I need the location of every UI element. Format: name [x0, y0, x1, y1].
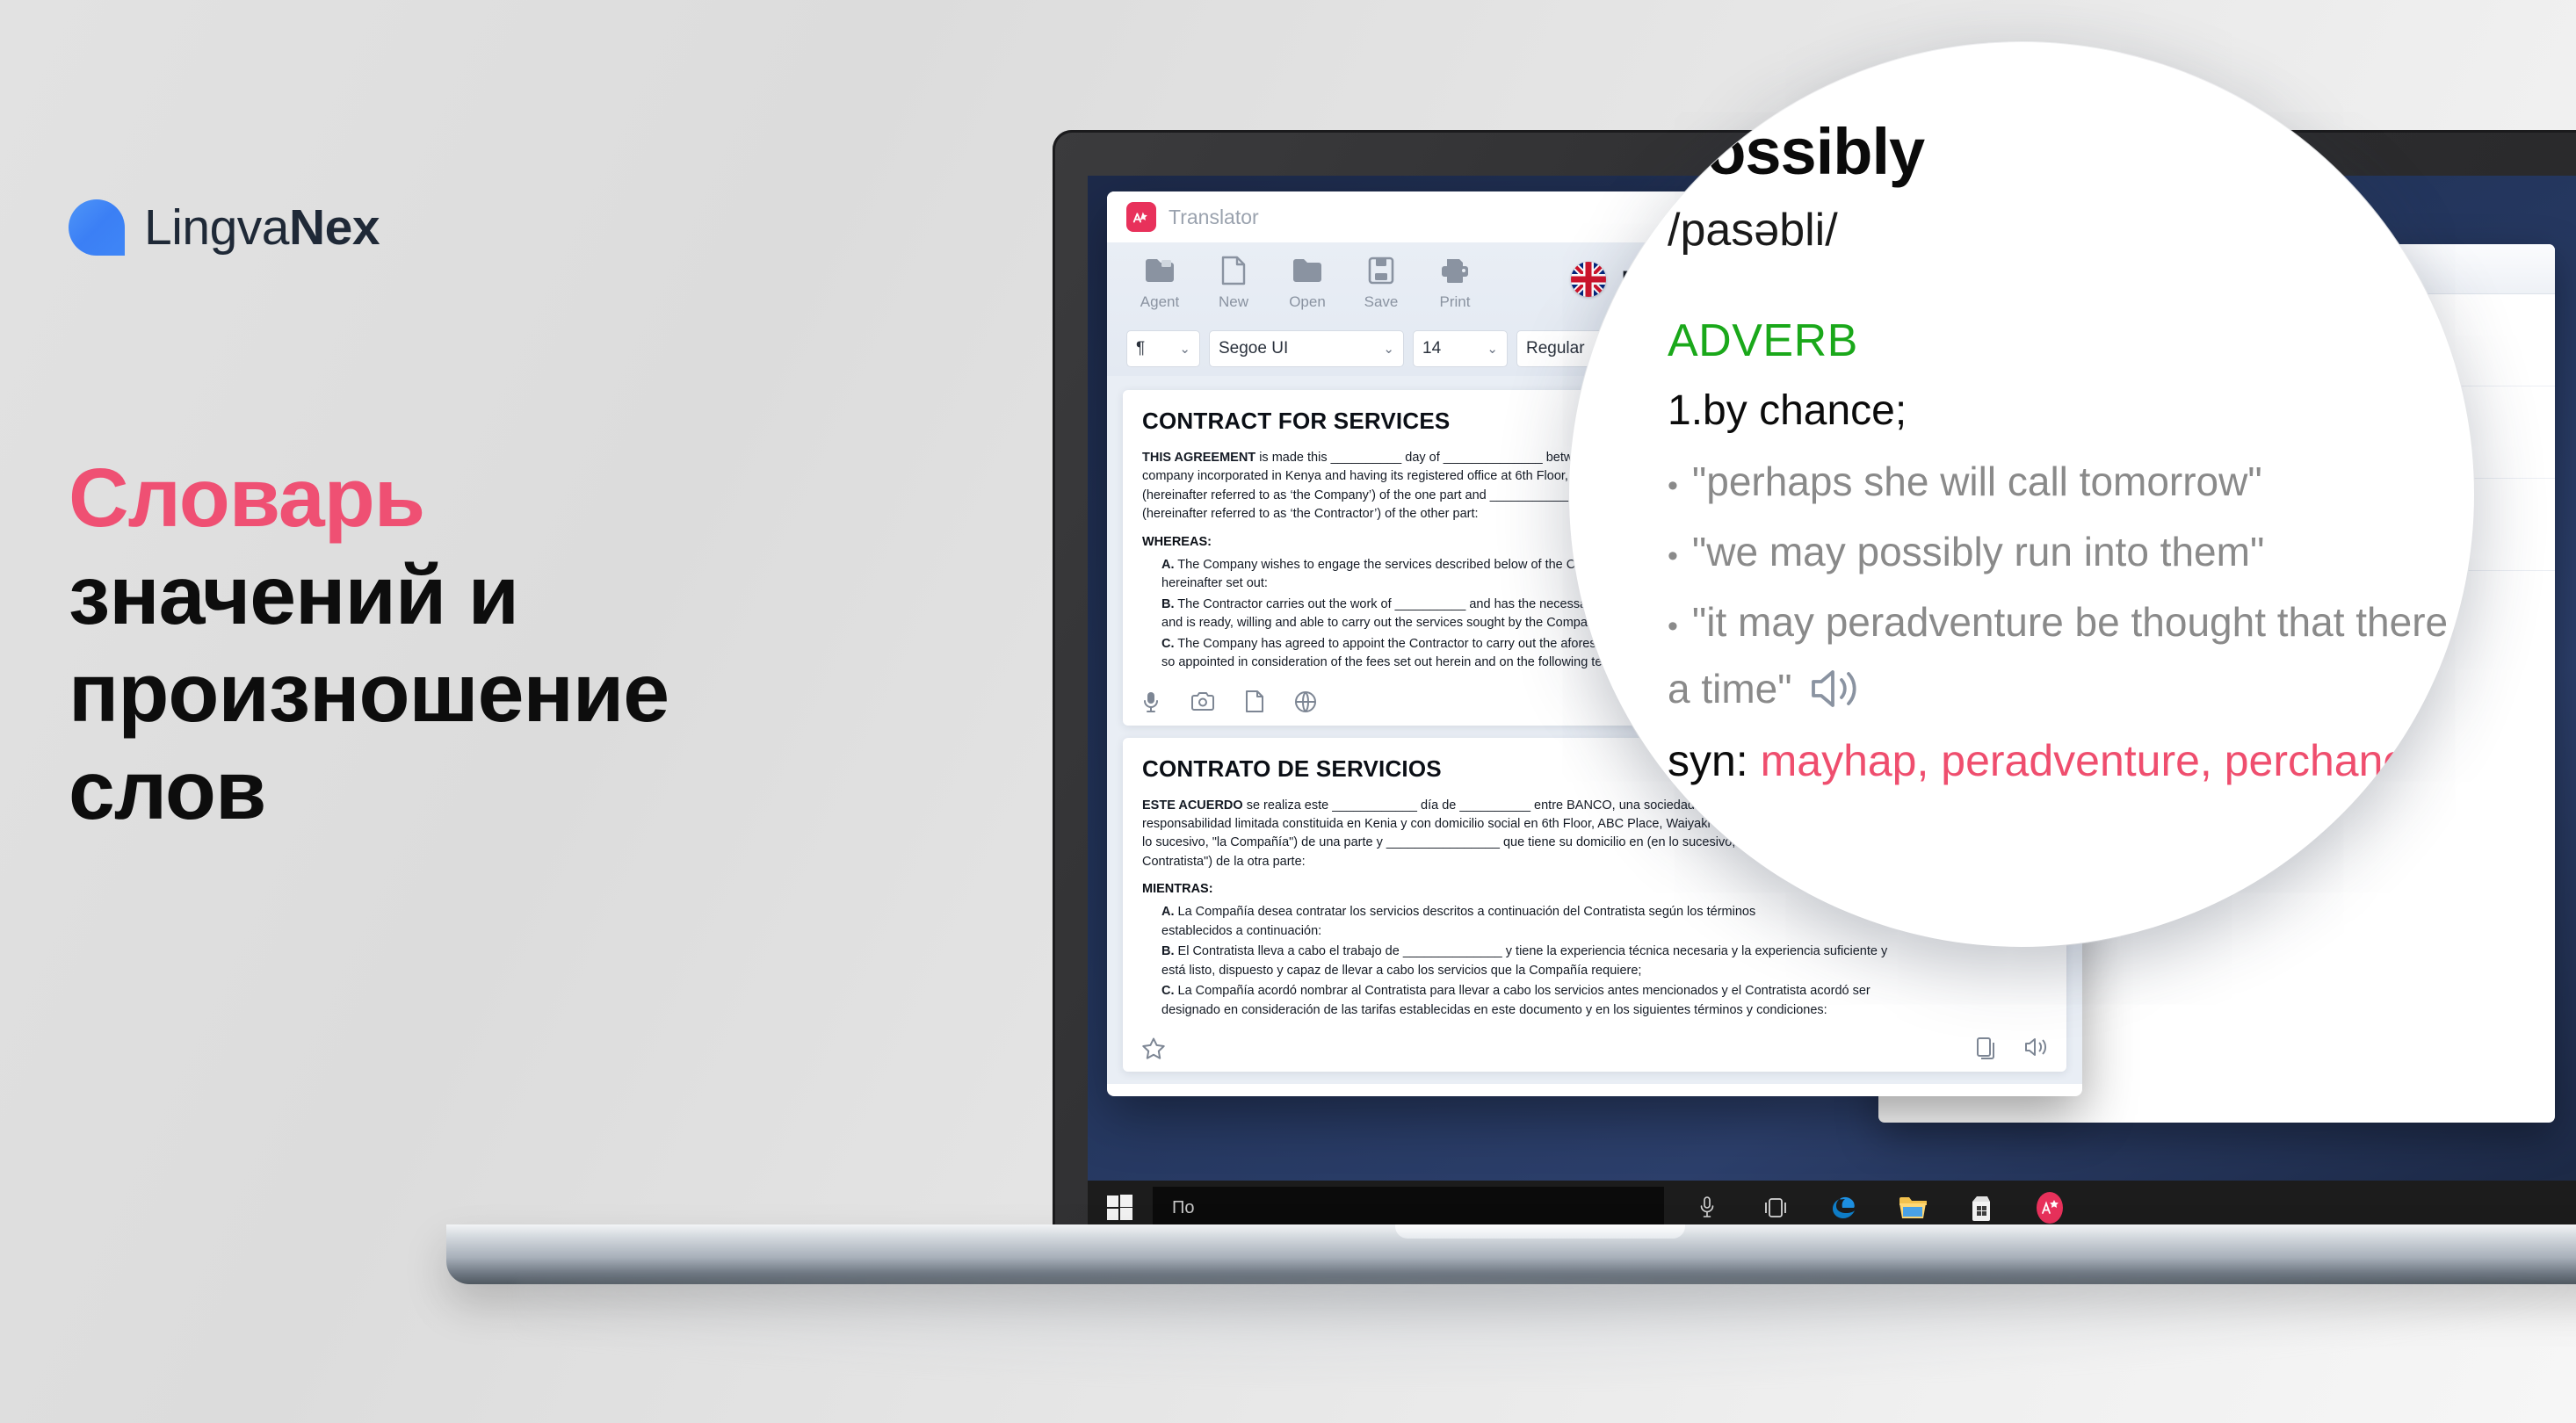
bullet-icon: •	[1668, 469, 1678, 502]
font-size-select[interactable]: 14 ⌄	[1413, 330, 1508, 367]
microphone-icon[interactable]	[1142, 690, 1160, 713]
agent-button[interactable]: Agent	[1126, 253, 1193, 311]
target-clause-c: C. La Compañía acordó nombrar al Contrat…	[1161, 982, 2047, 1020]
target-intro-bold: ESTE ACUERDO	[1142, 798, 1243, 813]
source-clause-b-text2: and is ready, willing and able to carry …	[1161, 616, 1605, 631]
source-intro-bold: THIS AGREEMENT	[1142, 451, 1256, 465]
source-intro-line4: (hereinafter referred to as ‘the Contrac…	[1142, 507, 1479, 522]
chevron-down-icon: ⌄	[1487, 342, 1498, 357]
star-icon[interactable]	[1142, 1037, 1165, 1059]
target-clause-c-text2: designado en consideración de las tarifa…	[1161, 1002, 1827, 1017]
laptop-base-notch	[1395, 1224, 1685, 1239]
target-clause-a-letter: A.	[1161, 905, 1175, 920]
paragraph-style-select[interactable]: ¶ ⌄	[1126, 330, 1200, 367]
magnifier-synonym-label: syn:	[1668, 736, 1748, 785]
print-button-label: Print	[1439, 293, 1471, 310]
print-button[interactable]: Print	[1422, 253, 1488, 311]
target-clause-c-text: La Compañía acordó nombrar al Contratist…	[1174, 984, 1870, 999]
laptop-base	[446, 1224, 2576, 1284]
paragraph-mark-glyph: ¶	[1136, 339, 1146, 358]
magnifier-synonym-words: mayhap, peradventure, perchance	[1760, 736, 2430, 785]
taskbar-search-input[interactable]: По	[1153, 1187, 1664, 1229]
agent-button-label: Agent	[1140, 293, 1180, 310]
open-button-label: Open	[1289, 293, 1326, 310]
magnifier-ipa-transcription: /pasəbli/	[1668, 205, 1838, 256]
open-button[interactable]: Open	[1274, 253, 1341, 311]
document-icon[interactable]	[1246, 690, 1263, 713]
target-clause-b-text2: está listo, dispuesto y capaz de llevar …	[1161, 963, 1642, 978]
font-size-value: 14	[1422, 339, 1442, 358]
save-disk-icon	[1368, 253, 1394, 288]
magnifier-example-2-text: "we may possibly run into them"	[1691, 529, 2265, 574]
magnifier-example-3-text: "it may peradventure be thought that the…	[1691, 599, 2474, 645]
target-pane-toolbar	[1123, 1029, 2066, 1072]
printer-icon	[1440, 253, 1470, 288]
source-clause-c-letter: C.	[1161, 636, 1175, 651]
search-placeholder-text: По	[1172, 1197, 1195, 1217]
target-intro-line4: Contratista") de la otra parte:	[1142, 854, 1306, 869]
windows-start-icon[interactable]	[1088, 1195, 1153, 1221]
chevron-down-icon: ⌄	[1179, 342, 1190, 357]
magnifier-definition: 1.by chance;	[1668, 387, 1907, 434]
translator-window-title: Translator	[1169, 205, 1259, 228]
magnifier-content: possibly /pasəbli/ ADVERB 1.by chance; •…	[1569, 42, 2474, 947]
magnifier-example-3: • "it may peradventure be thought that t…	[1668, 598, 2474, 646]
bullet-icon: •	[1668, 610, 1678, 643]
speaker-icon[interactable]	[2024, 1037, 2047, 1059]
magnifier-example-1: • "perhaps she will call tomorrow"	[1668, 458, 2474, 505]
magnifier-part-of-speech: ADVERB	[1668, 315, 1858, 366]
save-button-label: Save	[1364, 293, 1399, 310]
lingvanex-droplet-logo-icon	[69, 199, 125, 256]
translator-app-icon	[1126, 202, 1156, 232]
bullet-icon: •	[1668, 539, 1678, 573]
source-clause-b-letter: B.	[1161, 596, 1175, 611]
open-folder-icon	[1292, 253, 1322, 288]
save-button[interactable]: Save	[1348, 253, 1415, 311]
magnifier-example-2: • "we may possibly run into them"	[1668, 528, 2474, 575]
magnifier-example-3-text-2: a time"	[1668, 666, 1792, 712]
target-clause-b: B. El Contratista lleva a cabo el trabaj…	[1161, 943, 2047, 980]
new-button[interactable]: New	[1200, 253, 1267, 311]
camera-icon[interactable]	[1191, 691, 1214, 712]
dictionary-magnifier-circle: possibly /pasəbli/ ADVERB 1.by chance; •…	[1569, 42, 2474, 947]
headline-line-2: значений и	[69, 549, 519, 642]
source-clause-a-letter: A.	[1161, 557, 1175, 572]
font-family-select[interactable]: Segoe UI ⌄	[1209, 330, 1404, 367]
brand-name-light: Lingva	[144, 199, 289, 256]
magnifier-example-3-continuation: a time"	[1668, 665, 2474, 712]
target-clause-c-letter: C.	[1161, 984, 1175, 999]
headline-line-4: слов	[69, 744, 266, 837]
new-document-icon	[1221, 253, 1246, 288]
chevron-down-icon: ⌄	[1383, 342, 1394, 357]
brand-name-bold: Nex	[288, 199, 380, 256]
copy-icon[interactable]	[1977, 1037, 1994, 1060]
brand-logo: LingvaNex	[69, 199, 380, 256]
target-pane-right-tools	[1977, 1037, 2047, 1060]
magnifier-word: possibly	[1668, 115, 1925, 188]
brand-name: LingvaNex	[144, 199, 380, 256]
target-clause-b-letter: B.	[1161, 944, 1175, 959]
target-clause-a-text2: establecidos a continuación:	[1161, 923, 1322, 938]
font-family-value: Segoe UI	[1219, 339, 1289, 358]
magnifier-synonyms-row: syn: mayhap, peradventure, perchance	[1668, 735, 2474, 786]
source-clause-a-text2: hereinafter set out:	[1161, 576, 1268, 591]
headline-line-3: произношение	[69, 646, 669, 740]
laptop-shadow	[517, 1281, 2572, 1386]
page-title: Словарь значений и произношение слов	[69, 457, 1105, 847]
agent-icon	[1145, 253, 1175, 288]
magnifier-example-1-text: "perhaps she will call tomorrow"	[1691, 459, 2262, 504]
headline-line-1: Словарь	[69, 451, 425, 545]
speaker-icon[interactable]	[1810, 668, 1859, 709]
new-button-label: New	[1218, 293, 1248, 310]
globe-icon[interactable]	[1295, 690, 1316, 712]
